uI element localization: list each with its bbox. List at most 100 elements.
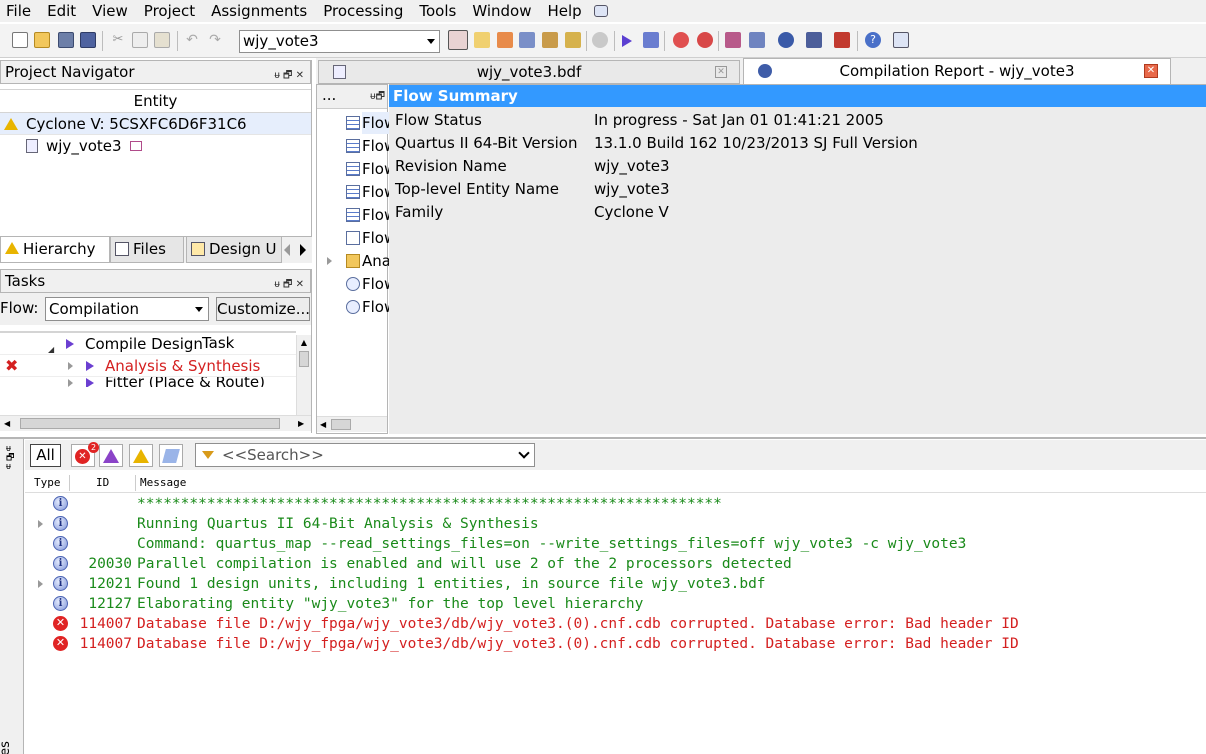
top-entity-row[interactable]: wjy_vote3	[0, 135, 311, 157]
message-row[interactable]: ✕ 114007 Database file D:/wjy_fpga/wjy_vot…	[25, 634, 1206, 654]
warning-icon	[133, 449, 149, 463]
search-field[interactable]: <<Search>>	[195, 443, 535, 467]
toc-item[interactable]: Ana	[327, 250, 391, 272]
tab-hierarchy[interactable]: Hierarchy	[0, 237, 110, 263]
pin-icon[interactable]: ᵾ 🗗 ᵾ	[6, 445, 14, 472]
technology-map-icon[interactable]	[749, 32, 765, 48]
save-icon[interactable]	[58, 32, 74, 48]
menu-view[interactable]: View	[86, 0, 138, 22]
menu-project[interactable]: Project	[138, 0, 205, 22]
pin-icon[interactable]: ᵾ 🗗 ✕	[274, 65, 304, 87]
play-icon[interactable]	[66, 339, 74, 349]
toc-hscroll[interactable]: ◀	[317, 416, 387, 432]
message-row[interactable]: i 20030 Parallel compilation is enabled an…	[25, 554, 1206, 574]
expand-icon[interactable]	[38, 580, 43, 588]
signaltap-icon[interactable]	[834, 32, 850, 48]
menu-processing[interactable]: Processing	[317, 0, 413, 22]
redo-icon[interactable]: ↷	[207, 32, 223, 48]
scroll-right-icon[interactable]	[300, 244, 306, 256]
timing-analyzer-icon[interactable]	[697, 32, 713, 48]
analysis-elaboration-icon[interactable]	[643, 32, 659, 48]
menu-edit[interactable]: Edit	[41, 0, 86, 22]
save-all-icon[interactable]	[80, 32, 96, 48]
message-row[interactable]: i Command: quartus_map --read_settings_fi…	[25, 534, 1206, 554]
pin-planner-icon[interactable]	[497, 32, 513, 48]
close-icon[interactable]: ✕	[1144, 64, 1158, 78]
hierarchy-mode-icon[interactable]	[448, 30, 468, 50]
entity-column-header[interactable]: Entity	[0, 89, 311, 113]
message-id: 12127	[88, 596, 132, 612]
cut-icon[interactable]: ✂	[110, 32, 126, 48]
message-row[interactable]: i 12021 Found 1 design units, including 1 …	[25, 574, 1206, 594]
expand-icon[interactable]	[68, 362, 73, 370]
scroll-left-icon[interactable]	[284, 244, 290, 256]
paste-icon[interactable]	[154, 32, 170, 48]
task-row-compile[interactable]: ◢ Compile Design	[0, 333, 296, 355]
assignment-editor-icon[interactable]	[474, 32, 490, 48]
play-icon[interactable]	[86, 378, 94, 387]
filter-all-button[interactable]: All	[30, 444, 61, 467]
tab-design-units[interactable]: Design U	[186, 237, 282, 263]
timequest-icon[interactable]	[673, 32, 689, 48]
tasks-hscroll[interactable]: ◀ ▶	[0, 415, 311, 431]
tab-files[interactable]: Files	[110, 237, 184, 263]
message-row[interactable]: i 12127 Elaborating entity "wjy_vote3" for…	[25, 594, 1206, 614]
tab-bdf[interactable]: wjy_vote3.bdf ✕	[318, 60, 740, 84]
scroll-right-icon[interactable]: ▶	[298, 419, 304, 428]
filter-suppressed-button[interactable]	[159, 444, 183, 467]
expand-icon[interactable]	[38, 520, 43, 528]
tab-compilation-report[interactable]: Compilation Report - wjy_vote3 ✕	[743, 58, 1171, 84]
pin-icon[interactable]: ᵾ🗗	[370, 89, 385, 106]
expand-icon[interactable]	[327, 257, 332, 265]
customize-button[interactable]: Customize...	[216, 297, 310, 321]
task-row-analysis[interactable]: ✖ Analysis & Synthesis	[0, 355, 296, 377]
message-id: 114007	[79, 616, 132, 632]
task-row-fitter[interactable]: Fitter (Place & Route)	[0, 377, 296, 387]
menu-file[interactable]: File	[0, 0, 41, 22]
tasks-vscroll[interactable]: ▲	[296, 335, 311, 415]
rtl-viewer-icon[interactable]	[725, 32, 741, 48]
stop-icon[interactable]	[592, 32, 608, 48]
play-icon[interactable]	[86, 361, 94, 371]
copy-icon[interactable]	[132, 32, 148, 48]
entity-combo[interactable]: wjy_vote3	[239, 30, 440, 53]
device-row[interactable]: Cyclone V: 5CSXFC6D6F31C6	[0, 113, 311, 135]
undo-icon[interactable]: ↶	[184, 32, 200, 48]
customize-button-label: Customize...	[217, 300, 311, 318]
menu-assignments[interactable]: Assignments	[205, 0, 317, 22]
design-partition-icon[interactable]	[542, 32, 558, 48]
message-row[interactable]: ✕ 114007 Database file D:/wjy_fpga/wjy_vot…	[25, 614, 1206, 634]
filter-errors-button[interactable]: ✕ 2	[71, 442, 99, 467]
id-column-header[interactable]: ID	[96, 473, 109, 493]
start-compilation-icon[interactable]	[622, 35, 632, 47]
scroll-up-icon[interactable]: ▲	[297, 335, 311, 351]
message-row[interactable]: i Running Quartus II 64-Bit Analysis & Sy…	[25, 514, 1206, 534]
scroll-thumb[interactable]	[20, 418, 280, 429]
help-icon[interactable]: ?	[865, 32, 881, 48]
scroll-thumb[interactable]	[331, 419, 351, 430]
menu-help[interactable]: Help	[541, 0, 591, 22]
message-column-header[interactable]: Message	[140, 473, 186, 493]
menu-window[interactable]: Window	[466, 0, 541, 22]
menu-tools[interactable]: Tools	[413, 0, 466, 22]
toc-menu-button[interactable]: ...	[322, 86, 336, 104]
programmer-icon[interactable]	[806, 32, 822, 48]
whats-this-icon[interactable]	[593, 5, 608, 17]
message-row[interactable]: i ***************************************…	[25, 494, 1206, 514]
settings-chip-icon[interactable]	[519, 32, 535, 48]
new-file-icon[interactable]	[12, 32, 28, 48]
netlist-viewer-icon[interactable]	[778, 32, 794, 48]
chip-planner-icon[interactable]	[565, 32, 581, 48]
close-icon[interactable]: ✕	[715, 66, 727, 78]
scroll-left-icon[interactable]: ◀	[4, 419, 10, 428]
expand-icon[interactable]	[68, 379, 73, 387]
filter-critical-warnings-button[interactable]	[99, 444, 123, 467]
whats-this-help-icon[interactable]	[893, 32, 909, 48]
type-column-header[interactable]: Type	[34, 473, 61, 493]
open-folder-icon[interactable]	[34, 32, 50, 48]
flow-select[interactable]: Compilation	[45, 297, 209, 321]
chevron-down-icon[interactable]	[518, 447, 530, 459]
filter-warnings-button[interactable]	[129, 444, 153, 467]
scroll-thumb[interactable]	[299, 351, 309, 367]
scroll-left-icon[interactable]: ◀	[320, 420, 326, 429]
